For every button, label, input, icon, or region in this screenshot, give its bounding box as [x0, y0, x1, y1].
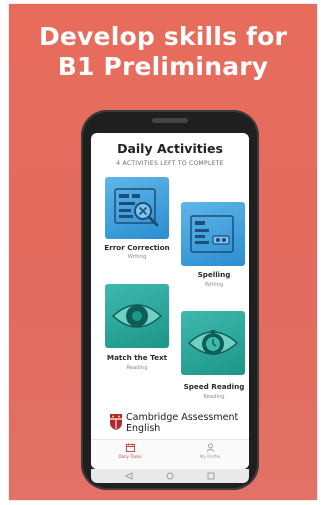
logo-text-line-1: Cambridge Assessment: [126, 412, 239, 423]
bottom-tab-bar: Daily Tasks My Profile: [91, 439, 249, 469]
logo-text-line-2: English: [126, 423, 161, 434]
activity-category: Writing: [204, 282, 224, 288]
phone-screen: Daily Activities 4 ACTIVITIES LEFT TO CO…: [91, 133, 249, 469]
shield-crest-icon: [110, 414, 122, 430]
activity-card-speed-reading[interactable]: Speed Reading Reading: [179, 311, 249, 403]
eye-icon: [111, 304, 163, 328]
activity-name: Speed Reading: [183, 382, 245, 391]
activity-name: Error Correction: [104, 243, 170, 252]
activity-name: Spelling: [197, 270, 231, 279]
book-letters-icon: [190, 215, 234, 253]
cambridge-logo: Cambridge Assessment English: [109, 411, 239, 434]
screen-subtitle: 4 ACTIVITIES LEFT TO COMPLETE: [116, 160, 224, 167]
eye-stopwatch-icon: [187, 330, 239, 355]
phone-speaker: [152, 118, 188, 123]
headline: Develop skills for B1 Preliminary: [9, 22, 317, 82]
home-icon[interactable]: [166, 472, 174, 480]
activity-category: Reading: [203, 394, 225, 400]
tab-label: Daily Tasks: [118, 454, 142, 459]
activity-card-match-the-text[interactable]: Match the Text Reading: [101, 284, 173, 376]
headline-line-2: B1 Preliminary: [57, 52, 269, 81]
activity-card-spelling[interactable]: Spelling Writing: [179, 202, 249, 294]
activity-tile: [181, 202, 245, 266]
activity-card-error-correction[interactable]: Error Correction Writing: [101, 177, 173, 269]
calendar-icon: [125, 443, 135, 452]
tab-daily-tasks[interactable]: Daily Tasks: [105, 443, 155, 459]
screen-title: Daily Activities: [117, 141, 223, 156]
headline-line-1: Develop skills for: [38, 22, 288, 51]
tab-my-profile[interactable]: My Profile: [185, 443, 235, 459]
activity-name: Match the Text: [106, 353, 168, 362]
phone-mockup: Daily Activities 4 ACTIVITIES LEFT TO CO…: [81, 110, 259, 490]
activity-tile: [105, 177, 169, 239]
promo-banner: Develop skills for B1 Preliminary Daily …: [9, 4, 317, 500]
magnifier-document-icon: [114, 188, 159, 227]
person-icon: [206, 443, 214, 452]
recents-icon[interactable]: [207, 472, 215, 480]
activity-category: Reading: [126, 365, 148, 371]
activity-tile: [181, 311, 245, 375]
activity-tile: [105, 284, 169, 348]
activity-category: Writing: [127, 254, 147, 260]
system-nav-bar: [91, 469, 249, 483]
back-icon[interactable]: [125, 472, 133, 480]
tab-label: My Profile: [199, 454, 221, 459]
